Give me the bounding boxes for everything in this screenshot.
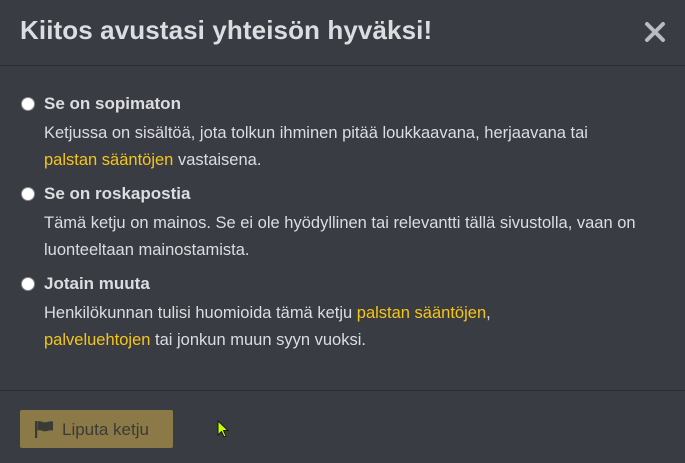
rules-link[interactable]: palstan sääntöjen (357, 304, 486, 322)
dialog-header: Kiitos avustasi yhteisön hyväksi! (0, 0, 685, 66)
radio-spam[interactable] (21, 187, 35, 201)
footer-divider (0, 390, 685, 391)
radio-inappropriate[interactable] (21, 97, 35, 111)
dialog-title: Kiitos avustasi yhteisön hyväksi! (20, 15, 433, 45)
option-text: Se on roskapostia Tämä ketju on mainos. … (44, 184, 674, 264)
flag-button-label: Liputa ketju (62, 420, 149, 439)
desc-text: Henkilökunnan tulisi huomioida tämä ketj… (44, 304, 357, 322)
mouse-cursor-icon (217, 420, 230, 438)
close-icon (645, 22, 665, 42)
option-description: Henkilökunnan tulisi huomioida tämä ketj… (44, 300, 674, 354)
desc-text: Ketjussa on sisältöä, jota tolkun ihmine… (44, 124, 588, 142)
radio-other[interactable] (21, 277, 35, 291)
option-title: Se on roskapostia (44, 184, 191, 203)
flag-dialog: Kiitos avustasi yhteisön hyväksi! Se on … (0, 0, 685, 463)
flag-icon (35, 421, 53, 438)
option-text: Jotain muuta Henkilökunnan tulisi huomio… (44, 274, 674, 354)
close-button[interactable] (644, 18, 666, 46)
terms-link[interactable]: palveluehtojen (44, 331, 150, 349)
option-description: Ketjussa on sisältöä, jota tolkun ihmine… (44, 120, 674, 174)
desc-text: tai jonkun muun syyn vuoksi. (150, 331, 366, 349)
option-text: Se on sopimaton Ketjussa on sisältöä, jo… (44, 94, 674, 174)
flag-topic-button[interactable]: Liputa ketju (20, 410, 173, 448)
rules-link[interactable]: palstan sääntöjen (44, 151, 173, 169)
desc-text: , (486, 304, 491, 322)
option-description: Tämä ketju on mainos. Se ei ole hyödylli… (44, 214, 636, 259)
desc-text: vastaisena. (173, 151, 262, 169)
dialog-body: Se on sopimaton Ketjussa on sisältöä, jo… (0, 67, 685, 390)
option-title: Se on sopimaton (44, 94, 181, 113)
option-title: Jotain muuta (44, 274, 150, 293)
